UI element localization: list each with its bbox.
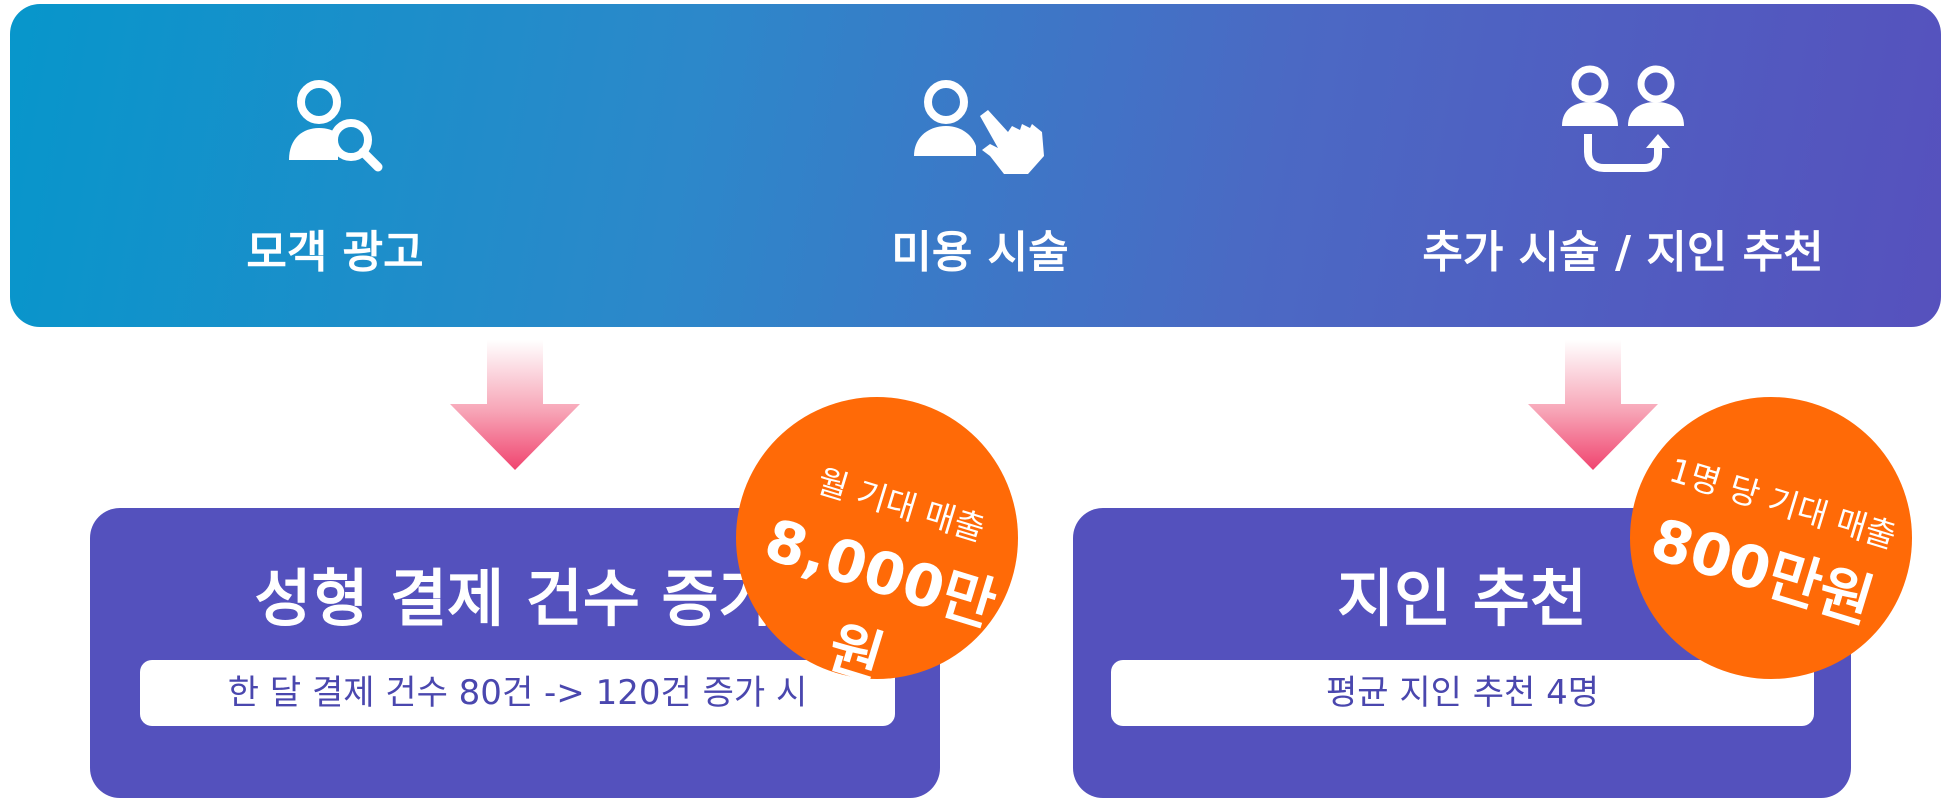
expected-revenue-badge: 1명 당 기대 매출 800만원	[1630, 397, 1912, 679]
step-recruit-ad: 모객 광고	[85, 4, 585, 327]
people-referral-icon	[1562, 65, 1684, 172]
step-label: 모객 광고	[246, 227, 424, 278]
step-label: 추가 시술 / 지인 추천	[1422, 227, 1824, 278]
card-detail: 평균 지인 추천 4명	[1111, 660, 1814, 726]
step-beauty-treatment: 미용 시술	[730, 4, 1230, 327]
card-detail: 한 달 결제 건수 80건 -> 120건 증가 시	[140, 660, 895, 726]
process-banner: 모객 광고 미용 시술 추가 시술 / 지인 추천	[10, 4, 1941, 327]
step-label: 미용 시술	[891, 227, 1069, 278]
person-search-icon	[289, 80, 383, 172]
down-arrow-icon	[1528, 340, 1658, 470]
down-arrow-icon	[450, 340, 580, 470]
person-pointing-hand-icon	[914, 80, 1044, 174]
expected-revenue-badge: 월 기대 매출 8,000만원	[736, 397, 1018, 693]
step-referral: 추가 시술 / 지인 추천	[1373, 4, 1873, 327]
